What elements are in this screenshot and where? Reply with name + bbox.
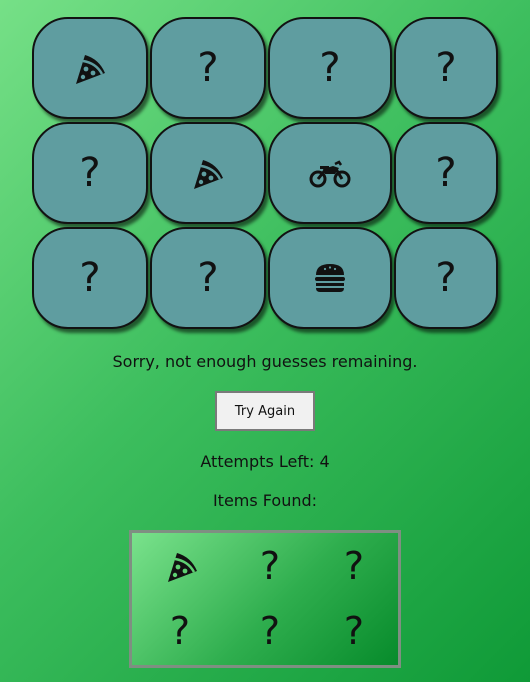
found-slot-4: ?: [150, 606, 210, 656]
burger-icon: [314, 263, 346, 293]
card-12[interactable]: ?: [394, 227, 498, 329]
slot-question-mark: ?: [169, 609, 191, 653]
card-question-mark: ?: [435, 150, 457, 196]
card-11[interactable]: [268, 227, 392, 329]
card-2[interactable]: ?: [150, 17, 266, 119]
found-slot-2: ?: [240, 541, 300, 591]
card-question-mark: ?: [319, 45, 341, 91]
slot-question-mark: ?: [343, 544, 365, 588]
status-message: Sorry, not enough guesses remaining.: [112, 352, 418, 371]
pizza-icon: [190, 156, 226, 190]
card-1[interactable]: [32, 17, 148, 119]
card-question-mark: ?: [197, 255, 219, 301]
card-question-mark: ?: [79, 150, 101, 196]
card-10[interactable]: ?: [150, 227, 266, 329]
attempts-left: Attempts Left: 4: [200, 452, 330, 471]
card-3[interactable]: ?: [268, 17, 392, 119]
card-question-mark: ?: [79, 255, 101, 301]
slot-question-mark: ?: [259, 609, 281, 653]
card-8[interactable]: ?: [394, 122, 498, 224]
card-question-mark: ?: [435, 255, 457, 301]
card-7[interactable]: [268, 122, 392, 224]
found-slot-6: ?: [324, 606, 384, 656]
pizza-icon: [164, 549, 200, 583]
motorcycle-icon: [309, 158, 351, 188]
items-found-panel: ? ? ? ? ?: [129, 530, 401, 668]
pizza-icon: [72, 51, 108, 85]
card-6[interactable]: [150, 122, 266, 224]
found-slot-1: [152, 541, 212, 591]
card-9[interactable]: ?: [32, 227, 148, 329]
found-slot-3: ?: [324, 541, 384, 591]
slot-question-mark: ?: [343, 609, 365, 653]
slot-question-mark: ?: [259, 544, 281, 588]
found-slot-5: ?: [240, 606, 300, 656]
items-found-label: Items Found:: [212, 491, 318, 510]
card-question-mark: ?: [435, 45, 457, 91]
card-question-mark: ?: [197, 45, 219, 91]
try-again-button[interactable]: Try Again: [215, 391, 315, 431]
card-4[interactable]: ?: [394, 17, 498, 119]
card-5[interactable]: ?: [32, 122, 148, 224]
